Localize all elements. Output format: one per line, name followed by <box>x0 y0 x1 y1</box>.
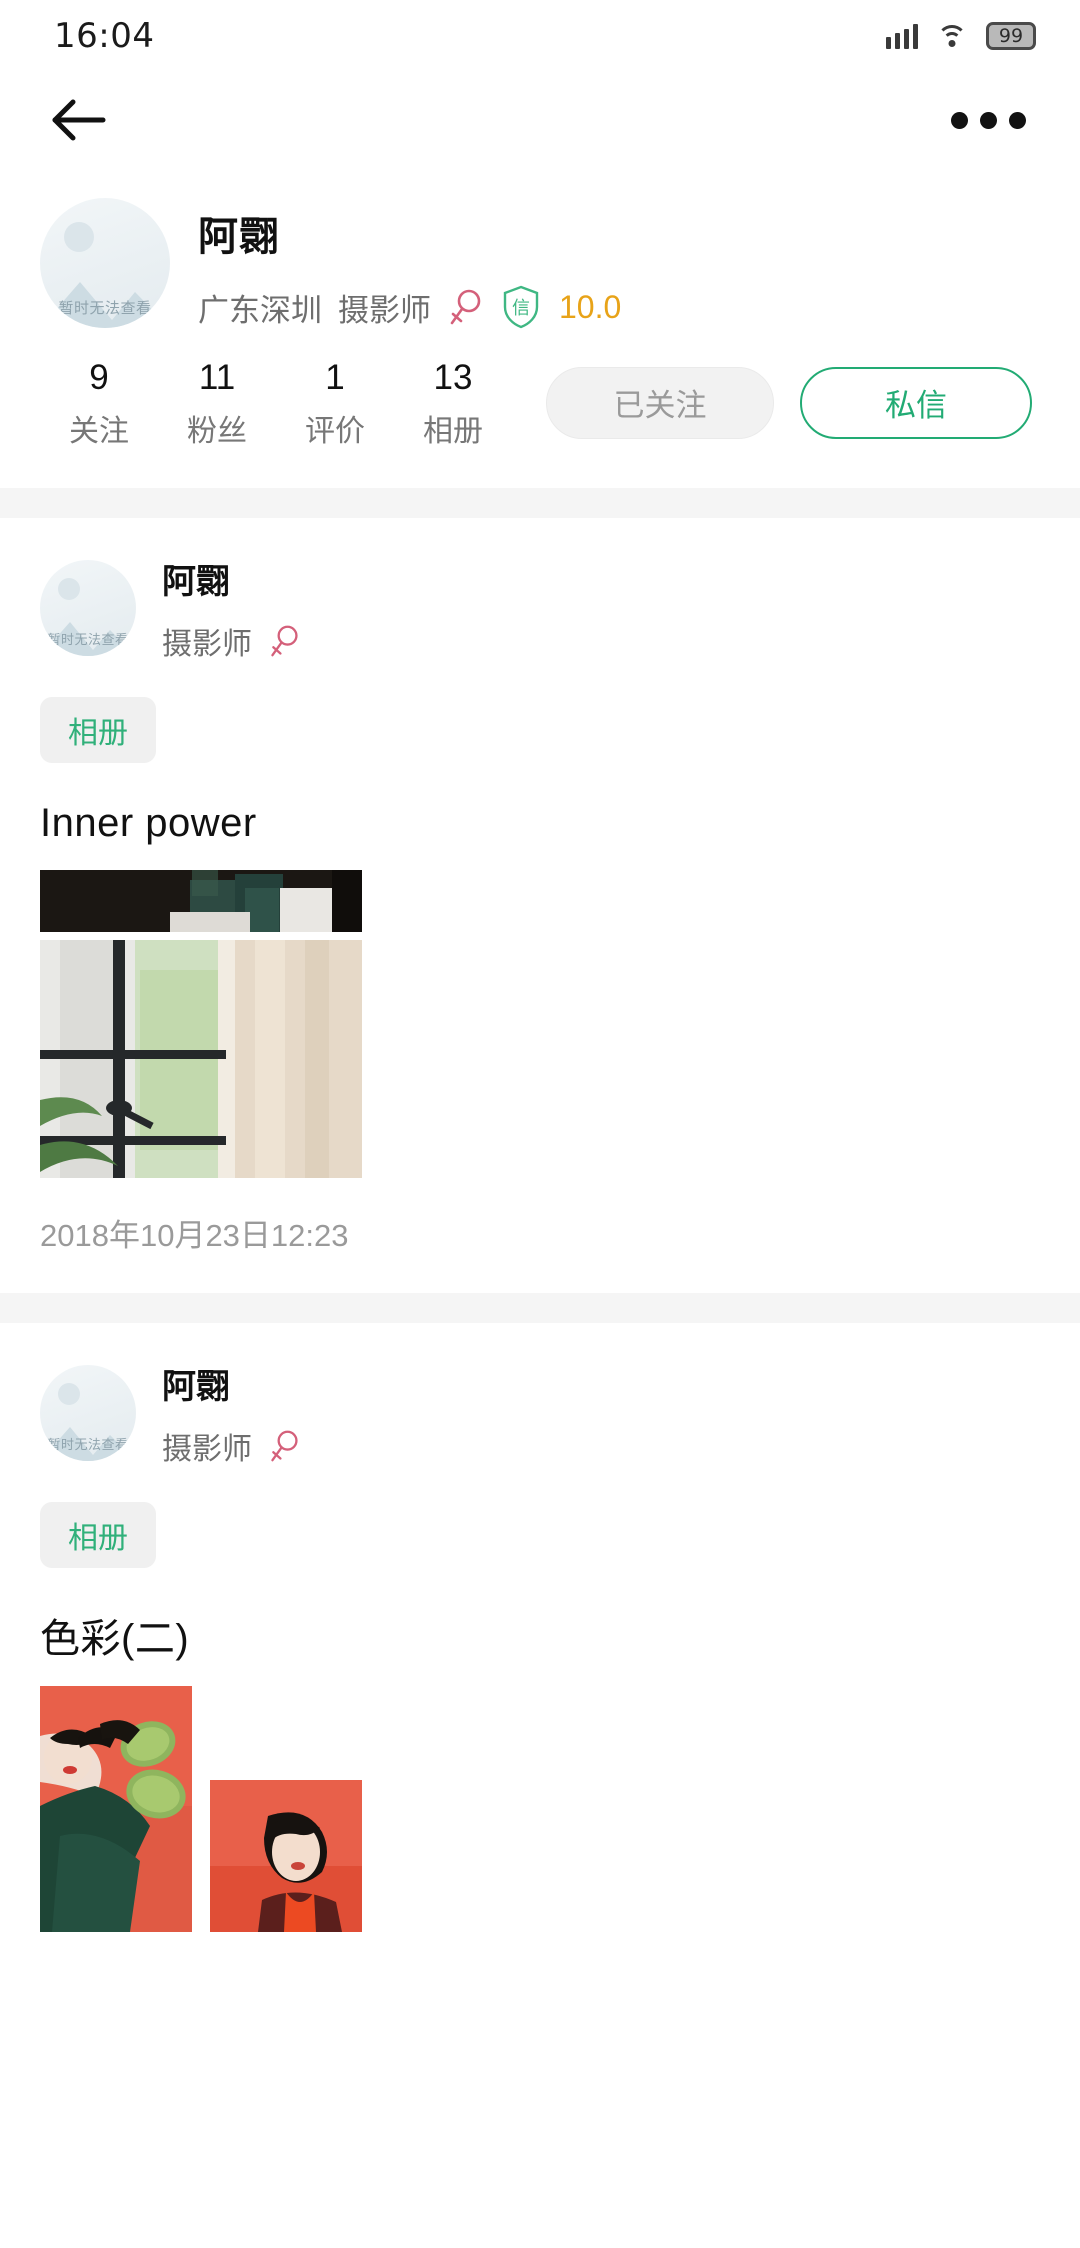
post-author-meta: 摄影师 <box>162 1424 300 1468</box>
post-header: 暂时无法查看 阿翾 摄影师 <box>40 554 1040 663</box>
wifi-icon <box>936 23 968 49</box>
post-photo-portrait-face[interactable] <box>210 1779 362 1932</box>
status-icons: 99 <box>886 22 1036 50</box>
placeholder-sun-icon <box>64 222 94 252</box>
post-author-occupation: 摄影师 <box>162 627 252 661</box>
stat-label: 关注 <box>69 414 129 448</box>
credit-score: 10.0 <box>559 288 622 325</box>
stat-value: 9 <box>89 358 109 397</box>
post-author-name[interactable]: 阿翾 <box>162 554 300 603</box>
back-arrow-icon <box>51 97 107 143</box>
more-options-button[interactable] <box>945 92 1032 149</box>
stat-reviews[interactable]: 1 评价 <box>276 356 394 450</box>
post-tag-album[interactable]: 相册 <box>40 1501 156 1568</box>
female-gender-icon <box>268 1428 300 1464</box>
status-bar: 16:04 99 <box>0 0 1080 72</box>
stat-label: 相册 <box>423 414 483 448</box>
stat-value: 1 <box>325 358 345 397</box>
status-time: 16:04 <box>54 16 155 56</box>
post-header: 暂时无法查看 阿翾 摄影师 <box>40 1359 1040 1468</box>
section-divider <box>0 487 1080 518</box>
avatar[interactable]: 暂时无法查看 <box>40 198 170 328</box>
message-button[interactable]: 私信 <box>800 366 1032 439</box>
post-photo-bedroom[interactable] <box>40 869 362 932</box>
stat-value: 11 <box>198 358 236 397</box>
post-photos <box>40 869 1040 1178</box>
follow-button[interactable]: 已关注 <box>546 366 774 439</box>
post-tag-album[interactable]: 相册 <box>40 696 156 763</box>
post-title[interactable]: Inner power <box>40 801 1040 846</box>
section-divider <box>0 1292 1080 1323</box>
credit-shield-icon: 信 <box>501 284 541 330</box>
post-photo-window[interactable] <box>40 939 362 1178</box>
stat-label: 评价 <box>305 414 365 448</box>
battery-level: 99 <box>998 25 1024 47</box>
profile-location: 广东深圳 <box>198 292 322 328</box>
post-photo-portrait-watermelon[interactable] <box>40 1685 192 1932</box>
placeholder-sun-icon <box>58 578 80 601</box>
stat-following[interactable]: 9 关注 <box>40 356 158 450</box>
stat-label: 粉丝 <box>187 414 247 448</box>
profile-header: 暂时无法查看 阿翾 广东深圳 摄影师 信 10.0 <box>0 168 1080 330</box>
svg-text:信: 信 <box>512 298 530 319</box>
post-title[interactable]: 色彩(二) <box>40 1606 1040 1664</box>
avatar-placeholder-text: 暂时无法查看 <box>47 1437 129 1453</box>
stat-value: 13 <box>433 358 473 397</box>
post-timestamp: 2018年10月23日12:23 <box>40 1217 349 1253</box>
signal-bars-icon <box>886 23 918 49</box>
profile-name: 阿翾 <box>198 215 280 259</box>
stat-albums[interactable]: 13 相册 <box>394 356 512 450</box>
female-gender-icon <box>268 623 300 659</box>
more-options-icon <box>951 111 968 129</box>
placeholder-sun-icon <box>58 1383 80 1406</box>
stat-followers[interactable]: 11 粉丝 <box>158 356 276 450</box>
profile-stats-row: 9 关注 11 粉丝 1 评价 13 相册 已关注 私信 <box>0 330 1080 450</box>
post-author-meta: 摄影师 <box>162 619 300 663</box>
post-avatar[interactable]: 暂时无法查看 <box>40 560 136 657</box>
post-author-occupation: 摄影师 <box>162 1432 252 1466</box>
profile-meta: 广东深圳 摄影师 信 10.0 <box>198 284 621 330</box>
post-photos <box>40 1685 1040 1932</box>
back-button[interactable] <box>42 83 116 157</box>
profile-occupation: 摄影师 <box>338 292 431 328</box>
avatar-placeholder-text: 暂时无法查看 <box>58 300 152 317</box>
post-avatar[interactable]: 暂时无法查看 <box>40 1365 136 1462</box>
nav-bar <box>0 72 1080 168</box>
female-gender-icon <box>447 287 483 327</box>
post-author-name[interactable]: 阿翾 <box>162 1359 300 1408</box>
feed-post: 暂时无法查看 阿翾 摄影师 相册 Inner power 2018年10月23日… <box>0 518 1080 1293</box>
feed-post: 暂时无法查看 阿翾 摄影师 相册 色彩(二) <box>0 1323 1080 1932</box>
avatar-placeholder-text: 暂时无法查看 <box>47 632 129 648</box>
battery-icon: 99 <box>986 22 1036 50</box>
